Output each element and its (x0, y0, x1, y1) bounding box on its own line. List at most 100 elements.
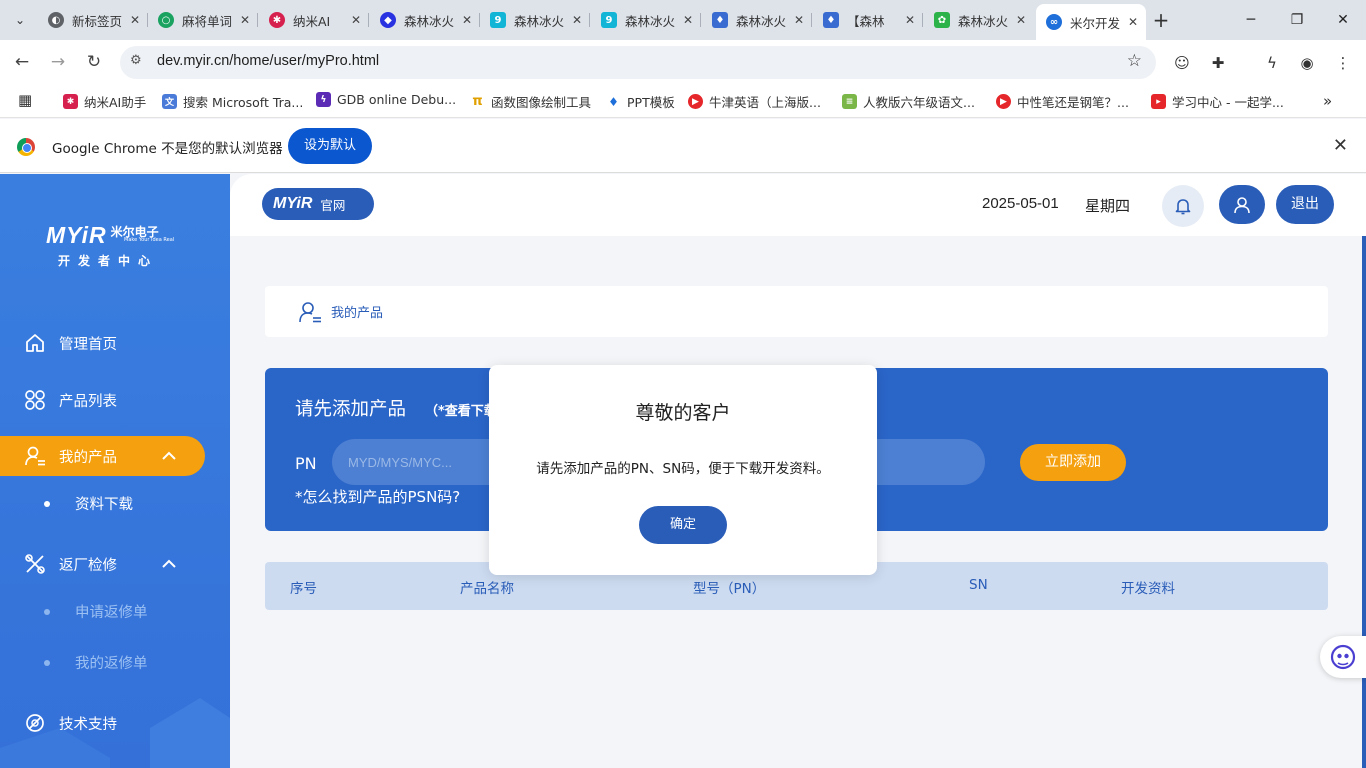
chevron-up-icon[interactable] (161, 448, 177, 464)
user-account-icon[interactable] (1219, 185, 1265, 224)
profile-icon[interactable]: ◉ (1296, 52, 1318, 74)
close-tab-icon[interactable]: ✕ (460, 13, 474, 27)
sidebar-item-support[interactable]: 技术支持 (0, 703, 205, 743)
minimize-icon[interactable]: ─ (1238, 8, 1264, 32)
bookmark-label: 中性笔还是钢笔？... (1017, 95, 1129, 110)
column-header-pn: 型号（PN） (693, 581, 766, 597)
breadcrumb-label: 我的产品 (331, 306, 384, 321)
site-info-icon[interactable]: ⚙ (130, 53, 142, 68)
sidebar-item-label: 产品列表 (59, 393, 117, 410)
bookmark-item[interactable]: ≡ 人教版六年级语文... (842, 92, 975, 111)
notification-bell-icon[interactable] (1162, 185, 1204, 227)
close-tab-icon[interactable]: ✕ (1014, 13, 1028, 27)
bullet-icon (44, 500, 50, 507)
bookmark-label: 人教版六年级语文... (863, 95, 975, 110)
new-tab-icon[interactable]: + (1150, 9, 1172, 31)
floating-assistant-button[interactable] (1320, 636, 1366, 678)
close-tab-icon[interactable]: ✕ (903, 13, 917, 27)
logo-slogan: Make Your Idea Real (124, 237, 175, 243)
close-tab-icon[interactable]: ✕ (238, 13, 252, 27)
tab-search-icon[interactable]: ⌄ (8, 8, 32, 32)
close-tab-icon[interactable]: ✕ (349, 13, 363, 27)
tab-label: 森林冰火 (958, 13, 1009, 29)
page-scrollbar[interactable] (1362, 236, 1366, 768)
apps-grid-icon[interactable]: ▦ (18, 91, 32, 109)
close-tab-icon[interactable]: ✕ (128, 13, 142, 27)
myir-logo[interactable]: MYiR 米尔电子 Make Your Idea Real 开发者中心 (46, 222, 174, 269)
forward-icon[interactable]: → (46, 50, 70, 74)
chevron-up-icon[interactable] (161, 556, 177, 572)
psn-help-link[interactable]: *怎么找到产品的PSN码? (295, 486, 460, 507)
chrome-icon: ◐ (48, 12, 64, 28)
address-bar[interactable]: ⚙ dev.myir.cn/home/user/myPro.html ☆ (120, 46, 1156, 79)
bookmark-item[interactable]: ♦ PPT模板 (606, 92, 675, 111)
close-tab-icon[interactable]: ✕ (1126, 15, 1140, 29)
close-tab-icon[interactable]: ✕ (570, 13, 584, 27)
dialog-message: 请先添加产品的PN、SN码，便于下载开发资料。 (536, 461, 830, 477)
browser-tab[interactable]: ♦ 森林冰火 ✕ (702, 4, 812, 36)
baidu-paw-icon: ◆ (380, 12, 396, 28)
bookmark-item[interactable]: ▸ 学习中心 - 一起学... (1151, 92, 1284, 111)
browser-tab-active[interactable]: ∞ 米尔开发 ✕ (1036, 4, 1146, 40)
bookmark-item[interactable]: 文搜索 Microsoft Tra... (162, 92, 303, 111)
column-header-name: 产品名称 (460, 581, 514, 597)
official-site-link[interactable]: MYiR 官网 (262, 188, 374, 220)
logout-button[interactable]: 退出 (1276, 185, 1334, 224)
browser-tab[interactable]: 9 森林冰火 ✕ (591, 4, 701, 36)
browser-tab[interactable]: ◐ 新标签页 ✕ (38, 4, 148, 36)
bookmark-label: 函数图像绘制工具 (491, 95, 592, 110)
sidebar-item-repair[interactable]: 返厂检修 (0, 544, 205, 584)
set-default-button[interactable]: 设为默认 (288, 128, 372, 164)
extensions-icon[interactable]: ✚ (1207, 52, 1229, 74)
game-9-icon: 9 (490, 12, 506, 28)
tab-label: 森林冰火 (736, 13, 787, 29)
browser-tab[interactable]: ✿ 森林冰火 ✕ (924, 4, 1034, 36)
browser-toolbar: ← → ↻ ⚙ dev.myir.cn/home/user/myPro.html… (0, 40, 1366, 84)
brand-site-label: 官网 (320, 197, 346, 213)
menu-icon[interactable]: ⋮ (1332, 52, 1354, 74)
more-bookmarks-icon[interactable]: » (1323, 92, 1332, 110)
bookmark-item[interactable]: ✱ 纳米AI助手 (63, 92, 146, 111)
bookmark-star-icon[interactable]: ☆ (1127, 51, 1142, 71)
url-text[interactable]: dev.myir.cn/home/user/myPro.html (157, 53, 379, 69)
browser-tab[interactable]: ○ 麻将单词 ✕ (148, 4, 258, 36)
fire-water-icon: ♦ (823, 12, 839, 28)
submenu-item-downloads[interactable]: 资料下载 (44, 493, 133, 514)
close-window-icon[interactable]: ✕ (1330, 8, 1356, 32)
add-now-button[interactable]: 立即添加 (1020, 444, 1126, 481)
video-icon: ▶ (996, 94, 1011, 109)
close-tab-icon[interactable]: ✕ (792, 13, 806, 27)
myir-icon: ∞ (1046, 14, 1062, 30)
bookmark-item[interactable]: ϟ GDB online Debu... (316, 92, 456, 107)
tab-label: 森林冰火 (404, 13, 455, 29)
bookmark-item[interactable]: ▶ 牛津英语（上海版... (688, 92, 821, 111)
nami-ai-icon: ✱ (269, 12, 285, 28)
bookmark-item[interactable]: π 函数图像绘制工具 (470, 92, 591, 111)
browser-tab[interactable]: 9 森林冰火 ✕ (480, 4, 590, 36)
browser-tab[interactable]: ✱ 纳米AI ✕ (259, 4, 369, 36)
sidebar-item-my-products[interactable]: 我的产品 (0, 436, 205, 476)
bookmark-label: GDB online Debu... (337, 92, 457, 107)
download-hint-link[interactable]: （*查看下载 (425, 400, 497, 419)
sidebar-item-home[interactable]: 管理首页 (0, 323, 205, 363)
close-tab-icon[interactable]: ✕ (681, 13, 695, 27)
performance-icon[interactable]: ϟ (1261, 52, 1283, 74)
pn-label: PN (295, 454, 317, 473)
back-icon[interactable]: ← (10, 50, 34, 74)
submenu-item-apply-repair[interactable]: 申请返修单 (44, 601, 148, 622)
bookmark-label: 学习中心 - 一起学... (1172, 95, 1284, 110)
browser-tab[interactable]: ◆ 森林冰火 ✕ (370, 4, 480, 36)
support-icon (24, 712, 46, 734)
confirm-button[interactable]: 确定 (639, 506, 727, 544)
bookmarks-bar: ▦ ✱ 纳米AI助手 文搜索 Microsoft Tra... ϟ GDB onli… (0, 84, 1366, 118)
restore-icon[interactable]: ❐ (1284, 8, 1310, 32)
close-icon[interactable]: ✕ (1333, 135, 1348, 156)
browser-tab[interactable]: ♦ 【森林 ✕ (813, 4, 923, 36)
assistant-extension-icon[interactable]: ☺ (1171, 52, 1193, 74)
study-icon: ▸ (1151, 94, 1166, 109)
submenu-item-my-repairs[interactable]: 我的返修单 (44, 652, 148, 673)
bookmark-item[interactable]: ▶ 中性笔还是钢笔？... (996, 92, 1129, 111)
reload-icon[interactable]: ↻ (82, 50, 106, 74)
submenu-label: 资料下载 (75, 497, 133, 513)
sidebar-item-product-list[interactable]: 产品列表 (0, 380, 205, 420)
